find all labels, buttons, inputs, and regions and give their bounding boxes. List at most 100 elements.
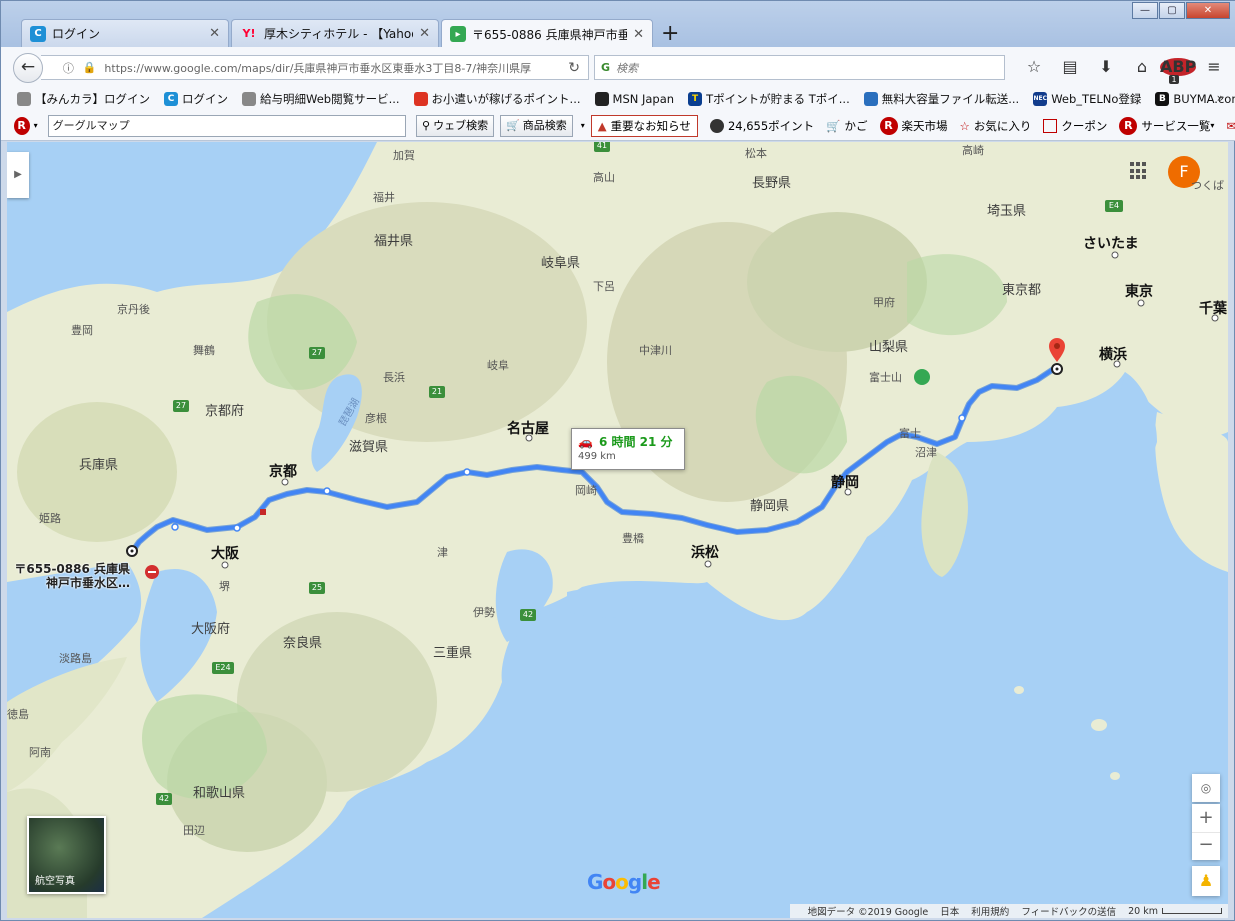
place-label: 徳島	[7, 708, 29, 721]
prefecture-label: 山梨県	[869, 340, 909, 355]
city-label: 横浜	[1099, 347, 1127, 363]
bookmark-item[interactable]: お小遣いが稼げるポイント...	[413, 91, 581, 107]
place-label: 高山	[593, 171, 615, 184]
city-label: 大阪	[211, 546, 239, 562]
market-item[interactable]: R 楽天市場	[879, 116, 948, 135]
info-icon[interactable]: ⓘ	[63, 60, 79, 76]
tab-close-icon[interactable]: ✕	[419, 26, 430, 41]
bookmark-label: Web_TELNo登録	[1051, 92, 1142, 106]
bookmark-label: MSN Japan	[612, 92, 675, 106]
search-placeholder[interactable]: 検索	[616, 60, 638, 76]
map-footer: 地図データ ©2019 Google 日本 利用規約 フィードバックの送信 20…	[789, 904, 1228, 918]
place-label: 姫路	[39, 512, 61, 525]
origin-label[interactable]: 〒655-0886 兵庫県神戸市垂水区…	[10, 562, 130, 590]
cart-icon: 🛒	[826, 118, 841, 133]
tab-login[interactable]: C ログイン ✕	[21, 19, 229, 47]
reload-icon[interactable]: ↻	[568, 60, 580, 76]
services-label: サービス一覧	[1141, 118, 1211, 133]
prefecture-label: 静岡県	[750, 499, 790, 514]
buyma-icon: B	[1155, 92, 1170, 106]
maximize-button[interactable]: ▢	[1159, 2, 1185, 19]
bookmark-item[interactable]: MSN Japan	[594, 92, 675, 106]
tab-yahoo-travel[interactable]: Y! 厚木シティホテル - 【Yahoo!トラベル】 ✕	[231, 19, 439, 47]
tab-title: ログイン	[52, 27, 101, 41]
coupon-item[interactable]: クーポン	[1043, 118, 1107, 134]
product-search-button[interactable]: 🛒 商品検索	[500, 114, 573, 137]
route-distance: 499 km	[578, 451, 616, 462]
place-label: 福井	[373, 191, 395, 204]
place-label: 堺	[219, 580, 230, 593]
prefecture-label: 長野県	[752, 176, 792, 191]
tab-close-icon[interactable]: ✕	[209, 26, 220, 41]
notice-button[interactable]: ▲ 重要なお知らせ	[590, 114, 698, 137]
mail-item[interactable]: ✉	[1226, 119, 1235, 133]
minimize-button[interactable]: —	[1132, 2, 1158, 19]
adblock-badge: 1	[1169, 75, 1179, 84]
search-icon: ⚲	[422, 118, 431, 132]
cart-label: かご	[844, 118, 868, 133]
cart-item[interactable]: 🛒 かご	[826, 118, 867, 134]
side-panel-toggle[interactable]: ▶	[7, 152, 29, 198]
url-bar[interactable]: ⓘ 🔒 https://www.google.com/maps/dir/兵庫県神…	[41, 55, 589, 80]
new-tab-button[interactable]: +	[661, 21, 679, 46]
prefecture-label: 和歌山県	[193, 786, 246, 801]
dropdown-arrow-icon[interactable]: ▾	[581, 121, 585, 130]
bookmark-item[interactable]: 【みんカラ】ログイン	[17, 91, 150, 107]
road-badge: E4	[1105, 200, 1123, 212]
points-item[interactable]: 24,655ポイント	[709, 118, 814, 134]
map-canvas[interactable]: ▶ F 福井県 岐阜県 長野県 埼玉県 兵庫県 京都府 滋賀県 山梨県 大阪府 …	[7, 142, 1228, 918]
search-engine-icon[interactable]: G	[601, 61, 610, 74]
road-badge: 21	[429, 386, 445, 398]
apps-grid-icon[interactable]	[1130, 162, 1148, 180]
tab-bar: — ▢ ✕ C ログイン ✕ Y! 厚木シティホテル - 【Yahoo!トラベル…	[1, 1, 1235, 48]
more-bookmarks-icon[interactable]: »	[1217, 91, 1224, 105]
car-icon: 🚗	[578, 435, 593, 449]
web-search-label: ウェブ検索	[433, 118, 489, 132]
bookmark-item[interactable]: T Tポイントが貯まる Tポイ...	[688, 91, 850, 107]
feedback-link[interactable]: フィードバックの送信	[1021, 904, 1116, 918]
route-duration: 6 時間 21 分	[598, 435, 673, 449]
street-view-pegman[interactable]: ♟	[1192, 866, 1220, 896]
close-window-button[interactable]: ✕	[1186, 2, 1230, 19]
search-bar[interactable]: G 検索	[594, 55, 1005, 80]
bookmark-item[interactable]: NEC Web_TELNo登録	[1033, 91, 1141, 107]
bookmark-item[interactable]: 無料大容量ファイル転送...	[863, 91, 1020, 107]
back-button[interactable]: ←	[13, 53, 43, 83]
place-label: 淡路島	[59, 652, 92, 665]
google-logo: Google	[587, 870, 661, 894]
place-label: 彦根	[365, 412, 387, 425]
satellite-toggle[interactable]: 航空写真	[27, 816, 106, 894]
region-link[interactable]: 日本	[940, 904, 959, 918]
dropdown-arrow-icon[interactable]: ▾	[34, 121, 38, 130]
toolbar-search-input[interactable]: グーグルマップ	[47, 114, 407, 137]
prefecture-label: 埼玉県	[987, 204, 1027, 219]
favorites-item[interactable]: ☆ お気に入り	[960, 118, 1032, 134]
warning-icon: ▲	[597, 118, 607, 133]
prefecture-label: 京都府	[205, 404, 245, 419]
mail-icon: ✉	[1226, 119, 1235, 133]
lock-icon[interactable]: 🔒	[83, 61, 99, 74]
scale-label[interactable]: 20 km	[1128, 906, 1158, 917]
web-search-button[interactable]: ⚲ ウェブ検索	[416, 114, 495, 137]
prefecture-label: 大阪府	[191, 622, 231, 637]
bookmark-item[interactable]: 給与明細Web閲覧サービ...	[242, 91, 400, 107]
zoom-out-button[interactable]: −	[1192, 832, 1220, 860]
place-label: 舞鶴	[193, 344, 215, 357]
terms-link[interactable]: 利用規約	[971, 904, 1009, 918]
place-label: 加賀	[393, 149, 415, 162]
tab-close-icon[interactable]: ✕	[633, 27, 644, 42]
bookmark-label: お小遣いが稼げるポイント...	[431, 92, 581, 106]
services-item[interactable]: R サービス一覧 ▾	[1119, 116, 1214, 135]
transfer-icon	[863, 92, 878, 106]
c-favicon-icon: C	[30, 25, 46, 42]
bookmark-item[interactable]: C ログイン	[164, 91, 228, 107]
bookmark-label: 無料大容量ファイル転送...	[881, 92, 1020, 106]
route-info-card[interactable]: 🚗 6 時間 21 分 499 km	[571, 428, 685, 470]
my-location-button[interactable]: ◎	[1192, 774, 1220, 802]
url-text[interactable]: https://www.google.com/maps/dir/兵庫県神戸市垂水…	[104, 60, 568, 76]
place-label: 沼津	[915, 446, 937, 459]
tab-google-maps[interactable]: ▸ 〒655-0886 兵庫県神戸市垂水区 ✕	[441, 19, 653, 48]
scale-bar	[1162, 908, 1222, 914]
zoom-in-button[interactable]: +	[1192, 804, 1220, 832]
rakuten-logo-icon[interactable]: R	[13, 116, 30, 135]
